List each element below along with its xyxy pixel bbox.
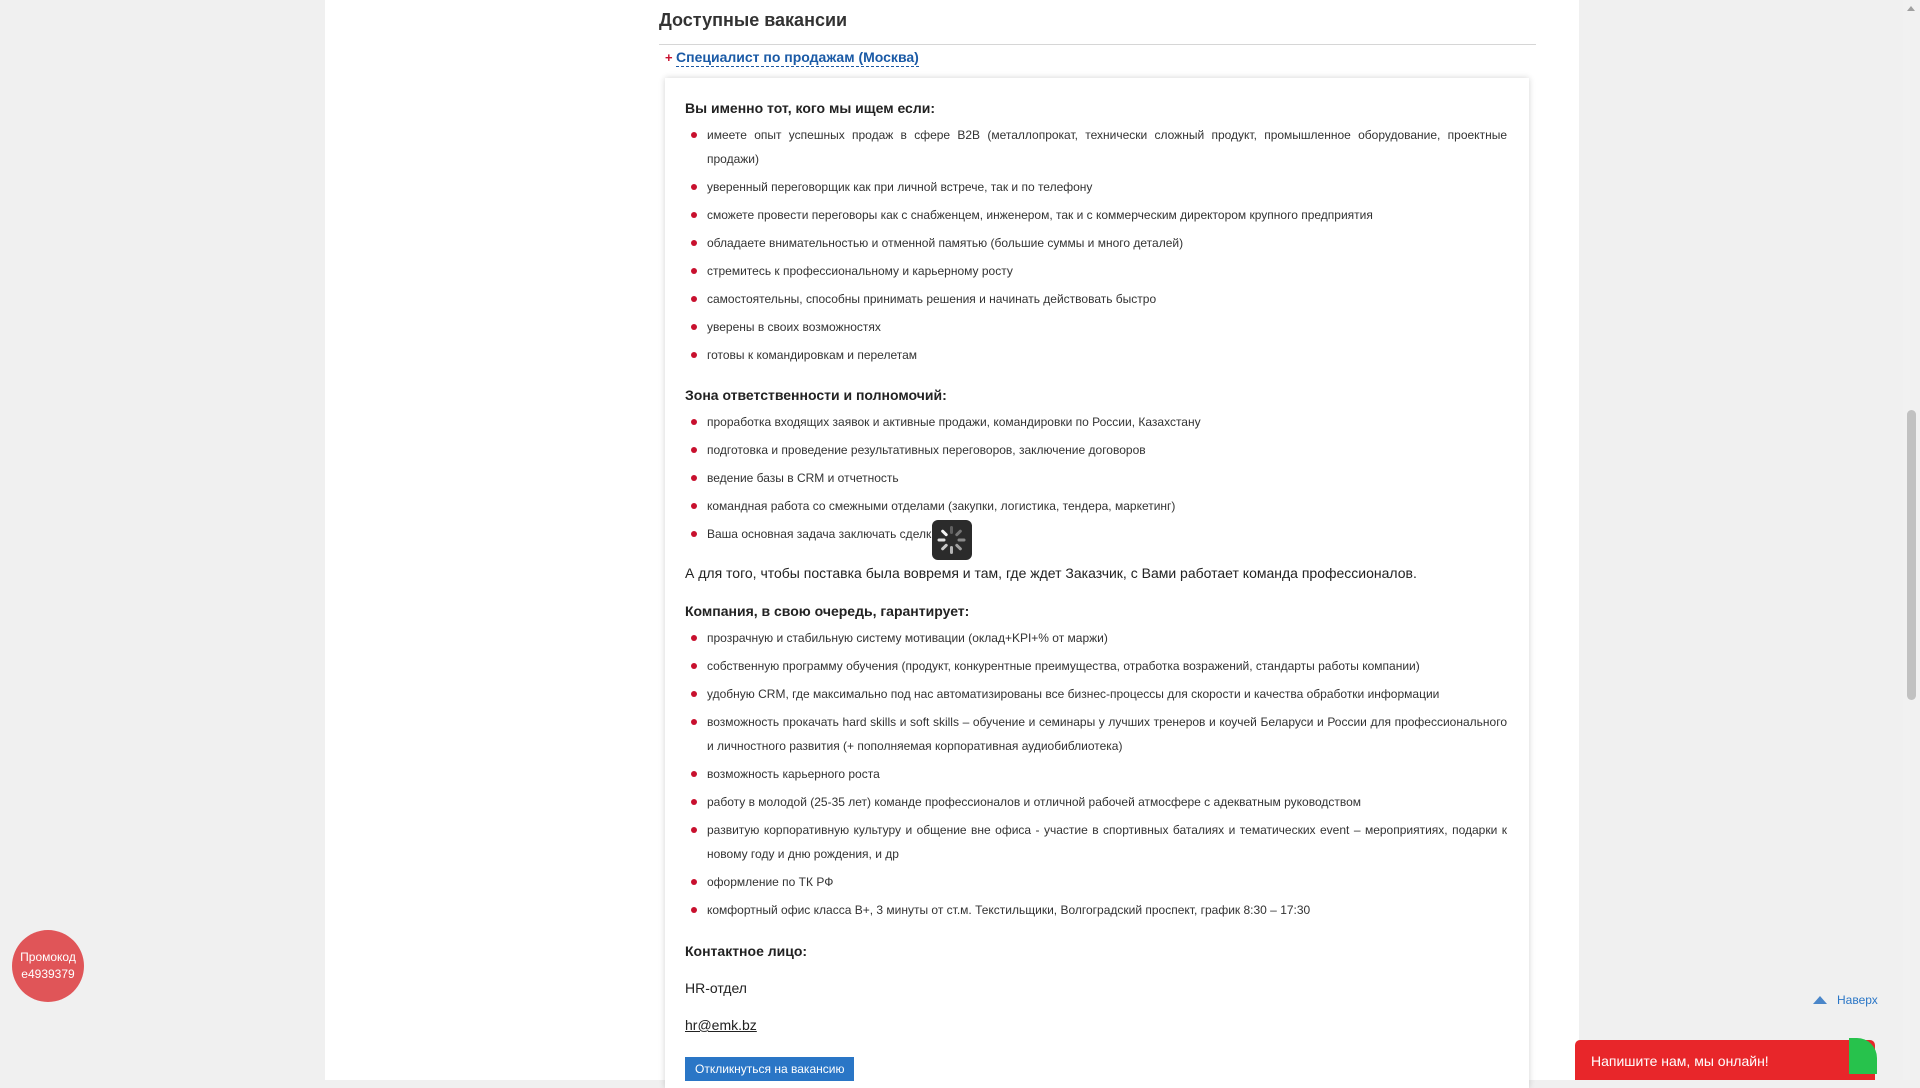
spinner-segment <box>950 546 953 554</box>
requirements-heading: Вы именно тот, кого мы ищем если: <box>685 100 935 116</box>
list-item: работу в молодой (25-35 лет) команде про… <box>685 790 1507 814</box>
list-item: развитую корпоративную культуру и общени… <box>685 818 1507 866</box>
list-item: обладаете внимательностью и отменной пам… <box>685 231 1507 255</box>
list-item: уверенный переговорщик как при личной вс… <box>685 175 1507 199</box>
list-item: возможность прокачать hard skills и soft… <box>685 710 1507 758</box>
list-item: имеете опыт успешных продаж в сфере B2B … <box>685 123 1507 171</box>
list-item: удобную CRM, где максимально под нас авт… <box>685 682 1507 706</box>
team-paragraph: А для того, чтобы поставка была вовремя … <box>685 565 1417 581</box>
contact-heading: Контактное лицо: <box>685 943 808 959</box>
list-item: прозрачную и стабильную систему мотиваци… <box>685 626 1507 650</box>
expand-toggle-icon[interactable]: + <box>665 50 673 65</box>
spinner-segment <box>954 529 963 537</box>
apply-button[interactable]: Откликнуться на вакансию <box>685 1057 855 1081</box>
spinner-segment <box>940 543 949 551</box>
list-item: стремитесь к профессиональному и карьерн… <box>685 259 1507 283</box>
list-item: комфортный офис класса B+, 3 минуты от с… <box>685 898 1507 922</box>
promo-label: Промокод <box>20 950 76 964</box>
vacancy-card: Вы именно тот, кого мы ищем если: имеете… <box>665 78 1529 1088</box>
list-item: уверены в своих возможностях <box>685 315 1507 339</box>
responsibilities-heading: Зона ответственности и полномочий: <box>685 387 947 403</box>
page-title: Доступные вакансии <box>659 10 848 30</box>
promo-code: e4939379 <box>21 967 75 981</box>
scrollbar-thumb[interactable] <box>1907 410 1916 700</box>
promo-code-badge[interactable]: Промокод e4939379 <box>12 930 84 1002</box>
loading-spinner-icon <box>932 520 972 560</box>
arrow-up-icon <box>1813 995 1827 1004</box>
list-item: ведение базы в CRM и отчетность <box>685 466 1507 490</box>
list-item: подготовка и проведение результативных п… <box>685 438 1507 462</box>
chat-widget[interactable]: Напишите нам, мы онлайн! <box>1575 1038 1877 1080</box>
list-item: собственную программу обучения (продукт,… <box>685 654 1507 678</box>
responsibilities-list: проработка входящих заявок и активные пр… <box>685 410 1507 550</box>
scroll-to-top-link[interactable]: Наверх <box>1813 993 1878 1007</box>
chat-label: Напишите нам, мы онлайн! <box>1591 1053 1769 1069</box>
spinner-segment <box>954 543 963 551</box>
list-item: сможете провести переговоры как с снабже… <box>685 203 1507 227</box>
scroll-up-arrow-icon[interactable] <box>1907 6 1915 11</box>
vacancy-title-link[interactable]: Специалист по продажам (Москва) <box>676 48 919 67</box>
requirements-list: имеете опыт успешных продаж в сфере B2B … <box>685 123 1507 371</box>
spinner-segment <box>937 538 946 542</box>
list-item: самостоятельны, способны принимать решен… <box>685 287 1507 311</box>
list-item: проработка входящих заявок и активные пр… <box>685 410 1507 434</box>
list-item: готовы к командировкам и перелетам <box>685 343 1507 367</box>
guarantees-list: прозрачную и стабильную систему мотиваци… <box>685 626 1507 926</box>
list-item: возможность карьерного роста <box>685 762 1507 786</box>
scrollbar[interactable] <box>1903 0 1920 1080</box>
chat-status-icon <box>1849 1038 1877 1074</box>
contact-email-link[interactable]: hr@emk.bz <box>685 1017 757 1033</box>
list-item: Ваша основная задача заключать сделки <box>685 522 1507 546</box>
spinner-segment <box>957 538 966 542</box>
contact-department: HR-отдел <box>685 980 747 996</box>
list-item: командная работа со смежными отделами (з… <box>685 494 1507 518</box>
spinner-segment <box>950 526 953 534</box>
scroll-to-top-label: Наверх <box>1837 993 1878 1007</box>
list-item: оформление по ТК РФ <box>685 870 1507 894</box>
guarantees-heading: Компания, в свою очередь, гарантирует: <box>685 603 970 619</box>
spinner-segment <box>940 529 949 537</box>
divider <box>659 44 1536 45</box>
